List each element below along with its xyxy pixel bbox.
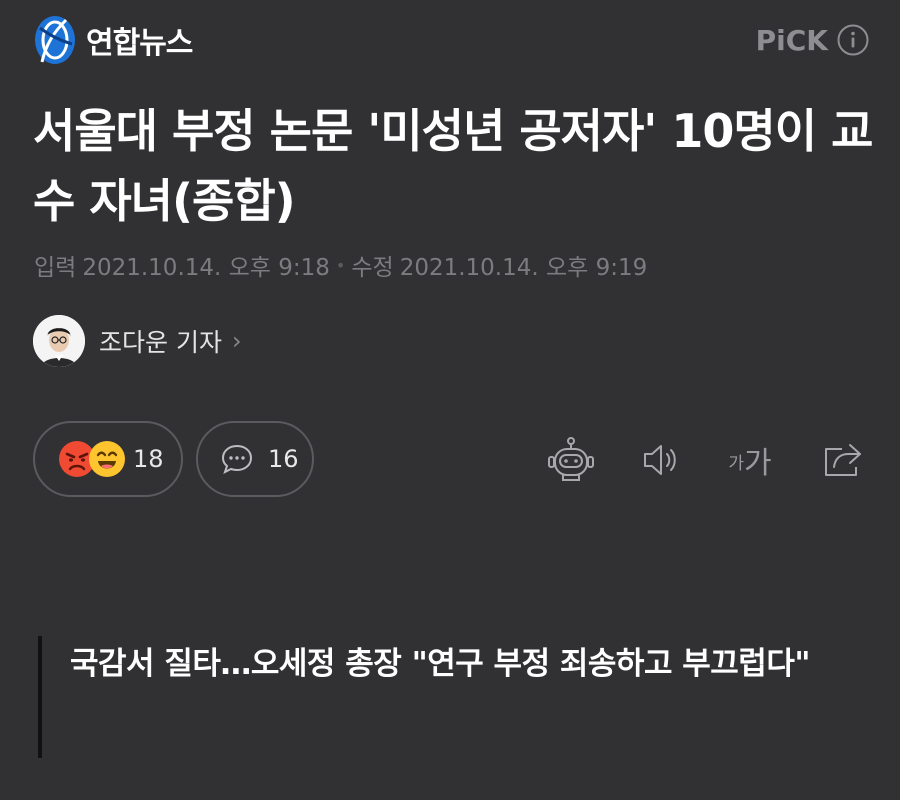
article-page: 연합뉴스 PiCK 서울대 부정 논문 '미성년 공저자' 10명이 교수 자녀… [0,0,900,800]
modified-datetime: 2021.10.14. 오후 9:19 [399,255,648,281]
font-size-icon: 가 [728,454,745,474]
article-dates: 입력 2021.10.14. 오후 9:18 • 수정 2021.10.14. … [34,248,647,282]
laugh-emoji-icon [89,441,125,477]
brand-name: 연합뉴스 [86,26,193,61]
reaction-count: 18 [133,445,164,473]
comment-bubble-icon [221,444,253,474]
reporter-avatar [33,315,85,367]
pick-badge[interactable]: PiCK [756,22,870,58]
subheadline-text: 국감서 질타…오세정 총장 "연구 부정 죄송하고 부끄럽다" [70,646,811,682]
article-headline: 서울대 부정 논문 '미성년 공저자' 10명이 교수 자녀(종합) [33,104,873,228]
summary-bot-button[interactable] [543,432,599,488]
text-to-speech-button[interactable] [632,432,688,488]
input-label: 입력 [34,255,77,281]
share-button[interactable] [815,432,871,488]
date-separator: • [335,255,346,275]
yonhap-logo-icon [35,16,75,64]
header: 연합뉴스 PiCK [0,0,900,80]
pick-label: PiCK [755,23,828,57]
modified-label: 수정 [351,255,394,281]
reporter-name: 조다운 기자 [99,328,222,357]
font-size-button[interactable]: 가 가 [722,432,778,488]
font-size-icon-large: 가 [744,446,772,481]
robot-summary-icon [548,437,594,481]
info-icon[interactable] [836,23,870,57]
share-icon [825,444,861,476]
reporter-link[interactable]: 조다운 기자 › [33,314,242,368]
chevron-right-icon: › [231,327,242,355]
comment-count: 16 [268,445,299,473]
reaction-emojis [57,439,127,479]
article-subheadline: 국감서 질타…오세정 총장 "연구 부정 죄송하고 부끄럽다" [38,636,858,758]
brand-logo-link[interactable]: 연합뉴스 [32,14,193,66]
reactions-button[interactable]: 18 [33,421,183,497]
comments-button[interactable]: 16 [196,421,314,497]
speaker-icon [644,445,676,475]
input-datetime: 2021.10.14. 오후 9:18 [82,255,330,281]
